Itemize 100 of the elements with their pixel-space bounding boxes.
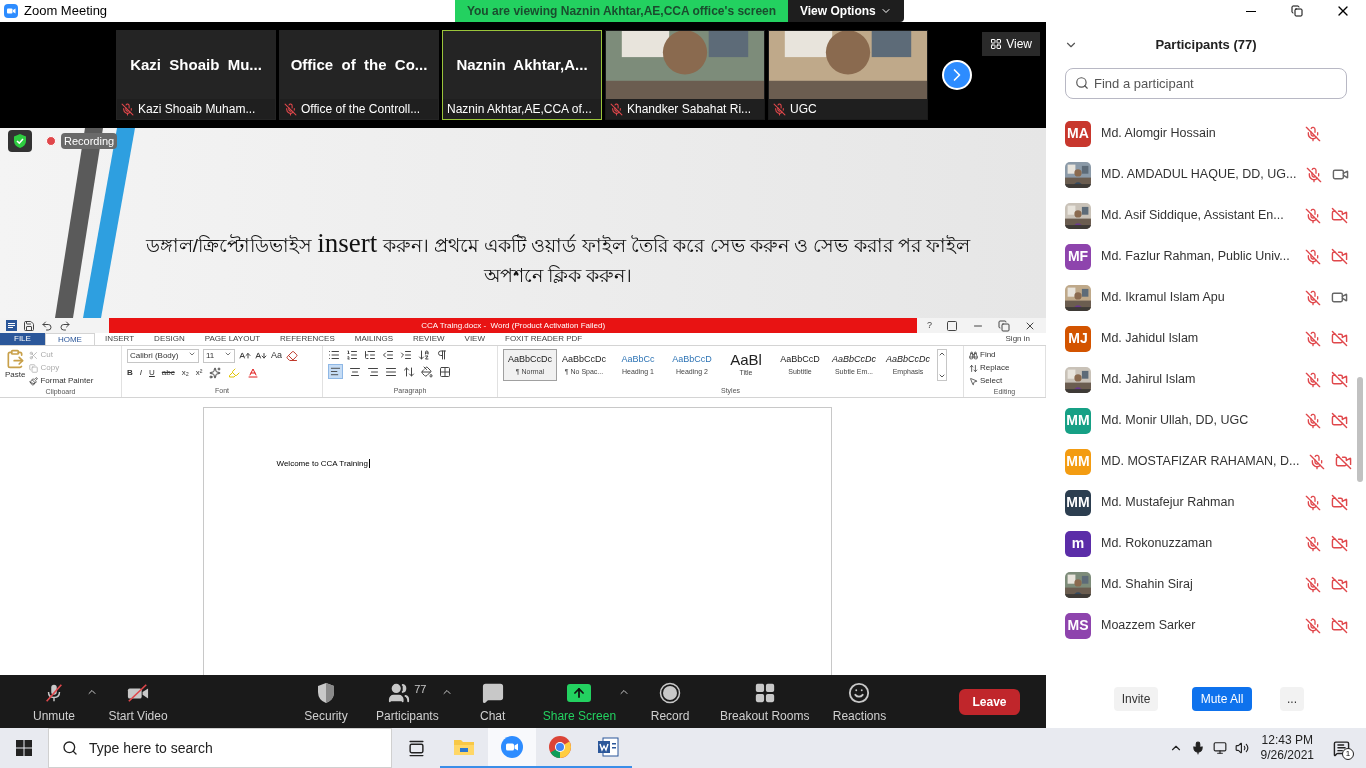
view-options-button[interactable]: View Options: [788, 0, 904, 22]
undo-icon[interactable]: [41, 319, 53, 332]
participant-row[interactable]: Md. Shahin Siraj: [1046, 564, 1366, 605]
mic-icon[interactable]: [1190, 741, 1205, 755]
panel-button[interactable]: Invite: [1114, 686, 1158, 711]
panel-button[interactable]: ...: [1280, 686, 1304, 711]
ribbon-tab[interactable]: FOXIT READER PDF: [495, 333, 593, 345]
ribbon-tab[interactable]: REVIEW: [403, 333, 455, 345]
format-button[interactable]: x₂: [181, 367, 189, 379]
bullets-icon[interactable]: [328, 349, 340, 361]
clock[interactable]: 12:43 PM 9/26/2021: [1256, 733, 1318, 763]
clear-format-icon[interactable]: [286, 350, 298, 362]
align-right-icon[interactable]: [367, 365, 379, 378]
ribbon-tab[interactable]: HOME: [44, 333, 95, 345]
find-button[interactable]: Find: [969, 349, 1040, 361]
sign-in-link[interactable]: Sign in: [1005, 333, 1030, 345]
save-icon[interactable]: [23, 319, 35, 332]
participant-row[interactable]: MF Md. Fazlur Rahman, Public Univ...: [1046, 236, 1366, 277]
participant-row[interactable]: MM Md. Mustafejur Rahman: [1046, 482, 1366, 523]
participant-row[interactable]: Md. Asif Siddique, Assistant En...: [1046, 195, 1366, 236]
format-button[interactable]: U: [149, 367, 155, 379]
font-color-icon[interactable]: [247, 367, 260, 379]
grid-icon: [753, 681, 776, 704]
participant-row[interactable]: MM MD. MOSTAFIZAR RAHAMAN, D...: [1046, 441, 1366, 482]
ribbon-tab[interactable]: REFERENCES: [270, 333, 345, 345]
shrink-font-icon[interactable]: [255, 350, 267, 362]
camera-logo-icon: [501, 736, 523, 758]
participant-row[interactable]: Md. Ikramul Islam Apu: [1046, 277, 1366, 318]
increase-indent-icon[interactable]: [400, 349, 412, 361]
sort-icon[interactable]: [418, 349, 430, 361]
document-page[interactable]: Welcome to CCA Training: [202, 407, 832, 675]
format-button[interactable]: abc: [161, 367, 175, 379]
replace-button[interactable]: Replace: [969, 362, 1040, 374]
participant-row[interactable]: MJ Md. Jahidul Islam: [1046, 318, 1366, 359]
ribbon-tab[interactable]: VIEW: [454, 333, 495, 345]
tile-label: Kazi Shoaib Muham...: [138, 101, 256, 118]
video-tile[interactable]: Office of the Co... Office of the Controll...: [279, 30, 439, 120]
align-left-button[interactable]: [328, 364, 343, 379]
ribbon-tab[interactable]: FILE: [0, 333, 45, 345]
justify-icon[interactable]: [385, 365, 397, 378]
toolbar-button[interactable]: Start Video: [106, 678, 170, 725]
next-page-button[interactable]: [942, 60, 972, 90]
panel-button[interactable]: Mute All: [1192, 686, 1252, 711]
toolbar-button[interactable]: Chat: [462, 678, 523, 725]
leave-button[interactable]: Leave: [959, 688, 1020, 715]
toolbar-button[interactable]: Breakout Rooms: [720, 678, 810, 725]
toolbar-button[interactable]: Security: [296, 678, 356, 725]
scrollbar-thumb[interactable]: [1357, 377, 1363, 482]
video-tile[interactable]: Naznin Akhtar,A... Naznin Akhtar,AE,CCA of...: [442, 30, 602, 120]
paste-button[interactable]: Paste: [5, 349, 26, 387]
font-size-field[interactable]: 11: [203, 349, 235, 363]
format-button[interactable]: I: [139, 367, 142, 379]
toolbar-button[interactable]: Reactions: [829, 678, 890, 725]
network-icon[interactable]: [1212, 741, 1227, 755]
video-tile[interactable]: Khandker Sabahat Ri...: [605, 30, 765, 120]
line-spacing-icon[interactable]: [403, 365, 415, 378]
multilevel-list-icon[interactable]: [364, 349, 376, 361]
toolbar-button[interactable]: Share Screen: [542, 678, 617, 725]
taskbar-app[interactable]: [488, 728, 536, 768]
font-family-field[interactable]: Calibri (Body): [127, 349, 199, 363]
pilcrow-icon[interactable]: [436, 349, 448, 361]
align-center-icon[interactable]: [349, 365, 361, 378]
participant-row[interactable]: MD. AMDADUL HAQUE, DD, UG...: [1046, 154, 1366, 195]
numbering-icon[interactable]: [346, 349, 358, 361]
participant-row[interactable]: MS Moazzem Sarker: [1046, 605, 1366, 646]
participant-row[interactable]: Md. Jahirul Islam: [1046, 359, 1366, 400]
view-button[interactable]: View: [982, 32, 1040, 56]
grow-font-icon[interactable]: [239, 350, 251, 362]
clipboard-button[interactable]: Format Painter: [29, 375, 94, 387]
participant-row[interactable]: m Md. Rokonuzzaman: [1046, 523, 1366, 564]
ribbon-tab[interactable]: PAGE LAYOUT: [194, 333, 271, 345]
shading-icon[interactable]: [421, 365, 433, 378]
text-effects-icon[interactable]: [209, 367, 222, 379]
participant-row[interactable]: MM Md. Monir Ullah, DD, UGC: [1046, 400, 1366, 441]
help-button[interactable]: ?: [927, 318, 932, 333]
security-badge[interactable]: [8, 130, 32, 152]
search-field[interactable]: Find a participant: [1065, 68, 1347, 99]
video-tile[interactable]: UGC: [768, 30, 928, 120]
notification-count: 1: [1342, 748, 1354, 760]
participant-row[interactable]: MA Md. Alomgir Hossain: [1046, 113, 1366, 154]
video-tile[interactable]: Kazi Shoaib Mu... Kazi Shoaib Muham...: [116, 30, 276, 120]
restore-icon[interactable]: [998, 319, 1010, 332]
taskbar-search-field[interactable]: Type here to search: [48, 728, 392, 768]
ribbon-tab[interactable]: DESIGN: [144, 333, 195, 345]
toolbar-button[interactable]: 77 Participants: [376, 678, 439, 725]
select-button[interactable]: Select: [969, 375, 1040, 387]
speaker-icon[interactable]: [1234, 741, 1249, 755]
toolbar-button[interactable]: Record: [640, 678, 701, 725]
gallery-scroll[interactable]: [937, 349, 947, 381]
toolbar-button[interactable]: Unmute: [22, 678, 86, 725]
ribbon-display-icon[interactable]: [946, 319, 958, 332]
decrease-indent-icon[interactable]: [382, 349, 394, 361]
change-case-button[interactable]: Aa: [271, 349, 282, 363]
ribbon-tab[interactable]: MAILINGS: [344, 333, 403, 345]
format-button[interactable]: B: [127, 367, 133, 379]
format-button[interactable]: x²: [195, 367, 203, 379]
ribbon-tab[interactable]: INSERT: [94, 333, 145, 345]
redo-icon[interactable]: [59, 319, 71, 332]
borders-icon[interactable]: [439, 365, 451, 378]
notification-button[interactable]: 1: [1326, 728, 1356, 768]
